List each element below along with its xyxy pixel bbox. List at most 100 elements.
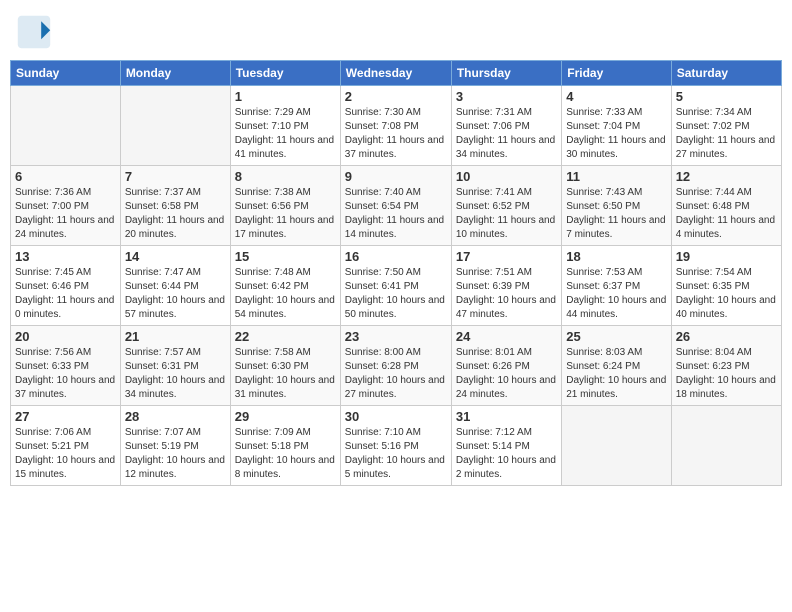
calendar-cell	[120, 86, 230, 166]
calendar-cell: 15 Sunrise: 7:48 AMSunset: 6:42 PMDayligh…	[230, 246, 340, 326]
calendar-cell: 21 Sunrise: 7:57 AMSunset: 6:31 PMDayligh…	[120, 326, 230, 406]
day-number: 12	[676, 169, 777, 184]
day-info: Sunrise: 7:45 AMSunset: 6:46 PMDaylight:…	[15, 266, 116, 322]
calendar-cell: 13 Sunrise: 7:45 AMSunset: 6:46 PMDayligh…	[11, 246, 121, 326]
calendar-week-1: 1Sunrise: 7:29 AMSunset: 7:10 PMDaylight…	[11, 86, 782, 166]
day-info: Sunrise: 7:30 AMSunset: 7:08 PMDaylight:…	[345, 106, 447, 162]
day-header-friday: Friday	[562, 61, 671, 86]
day-number: 5	[676, 89, 777, 104]
day-info: Sunrise: 7:33 AMSunset: 7:04 PMDaylight:…	[566, 106, 666, 162]
calendar-cell: 3Sunrise: 7:31 AMSunset: 7:06 PMDaylight…	[451, 86, 561, 166]
day-info: Sunrise: 7:57 AMSunset: 6:31 PMDaylight:…	[125, 346, 226, 402]
calendar-cell: 10 Sunrise: 7:41 AMSunset: 6:52 PMDayligh…	[451, 166, 561, 246]
day-info: Sunrise: 7:50 AMSunset: 6:41 PMDaylight:…	[345, 266, 447, 322]
day-info: Sunrise: 7:53 AMSunset: 6:37 PMDaylight:…	[566, 266, 666, 322]
day-info: Sunrise: 7:47 AMSunset: 6:44 PMDaylight:…	[125, 266, 226, 322]
calendar-week-4: 20 Sunrise: 7:56 AMSunset: 6:33 PMDayligh…	[11, 326, 782, 406]
day-info: Sunrise: 7:48 AMSunset: 6:42 PMDaylight:…	[235, 266, 336, 322]
day-info: Sunrise: 7:38 AMSunset: 6:56 PMDaylight:…	[235, 186, 336, 242]
day-info: Sunrise: 7:58 AMSunset: 6:30 PMDaylight:…	[235, 346, 336, 402]
day-info: Sunrise: 8:03 AMSunset: 6:24 PMDaylight:…	[566, 346, 666, 402]
logo-icon	[16, 14, 52, 50]
calendar-cell: 19 Sunrise: 7:54 AMSunset: 6:35 PMDayligh…	[671, 246, 781, 326]
day-info: Sunrise: 7:41 AMSunset: 6:52 PMDaylight:…	[456, 186, 557, 242]
day-header-sunday: Sunday	[11, 61, 121, 86]
day-info: Sunrise: 8:00 AMSunset: 6:28 PMDaylight:…	[345, 346, 447, 402]
day-number: 23	[345, 329, 447, 344]
calendar-cell: 17 Sunrise: 7:51 AMSunset: 6:39 PMDayligh…	[451, 246, 561, 326]
day-number: 16	[345, 249, 447, 264]
day-number: 27	[15, 409, 116, 424]
calendar-cell: 31Sunrise: 7:12 AMSunset: 5:14 PMDayligh…	[451, 406, 561, 486]
day-info: Sunrise: 7:51 AMSunset: 6:39 PMDaylight:…	[456, 266, 557, 322]
day-info: Sunrise: 7:10 AMSunset: 5:16 PMDaylight:…	[345, 426, 447, 482]
calendar-cell: 4Sunrise: 7:33 AMSunset: 7:04 PMDaylight…	[562, 86, 671, 166]
day-header-tuesday: Tuesday	[230, 61, 340, 86]
calendar-cell: 30Sunrise: 7:10 AMSunset: 5:16 PMDayligh…	[340, 406, 451, 486]
logo	[16, 14, 56, 50]
calendar-header-row: SundayMondayTuesdayWednesdayThursdayFrid…	[11, 61, 782, 86]
day-info: Sunrise: 7:29 AMSunset: 7:10 PMDaylight:…	[235, 106, 336, 162]
day-number: 6	[15, 169, 116, 184]
calendar-cell: 5 Sunrise: 7:34 AMSunset: 7:02 PMDaylight…	[671, 86, 781, 166]
calendar-cell: 25 Sunrise: 8:03 AMSunset: 6:24 PMDayligh…	[562, 326, 671, 406]
day-info: Sunrise: 7:54 AMSunset: 6:35 PMDaylight:…	[676, 266, 777, 322]
calendar-cell: 6Sunrise: 7:36 AMSunset: 7:00 PMDaylight…	[11, 166, 121, 246]
day-number: 15	[235, 249, 336, 264]
calendar-cell: 7 Sunrise: 7:37 AMSunset: 6:58 PMDaylight…	[120, 166, 230, 246]
calendar-cell: 26 Sunrise: 8:04 AMSunset: 6:23 PMDayligh…	[671, 326, 781, 406]
day-header-saturday: Saturday	[671, 61, 781, 86]
day-number: 25	[566, 329, 666, 344]
day-number: 22	[235, 329, 336, 344]
calendar-cell: 20 Sunrise: 7:56 AMSunset: 6:33 PMDayligh…	[11, 326, 121, 406]
day-number: 8	[235, 169, 336, 184]
day-number: 3	[456, 89, 557, 104]
day-number: 26	[676, 329, 777, 344]
calendar-week-2: 6Sunrise: 7:36 AMSunset: 7:00 PMDaylight…	[11, 166, 782, 246]
day-number: 19	[676, 249, 777, 264]
day-number: 17	[456, 249, 557, 264]
calendar-cell: 22 Sunrise: 7:58 AMSunset: 6:30 PMDayligh…	[230, 326, 340, 406]
calendar-cell	[11, 86, 121, 166]
calendar-cell: 28 Sunrise: 7:07 AMSunset: 5:19 PMDayligh…	[120, 406, 230, 486]
calendar-cell: 8 Sunrise: 7:38 AMSunset: 6:56 PMDaylight…	[230, 166, 340, 246]
day-number: 11	[566, 169, 666, 184]
calendar-cell: 9 Sunrise: 7:40 AMSunset: 6:54 PMDaylight…	[340, 166, 451, 246]
day-number: 28	[125, 409, 226, 424]
day-number: 9	[345, 169, 447, 184]
calendar-cell: 16 Sunrise: 7:50 AMSunset: 6:41 PMDayligh…	[340, 246, 451, 326]
day-info: Sunrise: 7:56 AMSunset: 6:33 PMDaylight:…	[15, 346, 116, 402]
calendar: SundayMondayTuesdayWednesdayThursdayFrid…	[10, 60, 782, 486]
calendar-cell: 14 Sunrise: 7:47 AMSunset: 6:44 PMDayligh…	[120, 246, 230, 326]
calendar-cell: 12 Sunrise: 7:44 AMSunset: 6:48 PMDayligh…	[671, 166, 781, 246]
calendar-cell	[562, 406, 671, 486]
day-info: Sunrise: 7:07 AMSunset: 5:19 PMDaylight:…	[125, 426, 226, 482]
day-info: Sunrise: 7:06 AMSunset: 5:21 PMDaylight:…	[15, 426, 116, 482]
day-info: Sunrise: 7:09 AMSunset: 5:18 PMDaylight:…	[235, 426, 336, 482]
day-number: 20	[15, 329, 116, 344]
day-info: Sunrise: 7:43 AMSunset: 6:50 PMDaylight:…	[566, 186, 666, 242]
calendar-cell	[671, 406, 781, 486]
day-info: Sunrise: 7:40 AMSunset: 6:54 PMDaylight:…	[345, 186, 447, 242]
day-number: 18	[566, 249, 666, 264]
day-info: Sunrise: 7:44 AMSunset: 6:48 PMDaylight:…	[676, 186, 777, 242]
day-number: 21	[125, 329, 226, 344]
day-number: 14	[125, 249, 226, 264]
calendar-cell: 11 Sunrise: 7:43 AMSunset: 6:50 PMDayligh…	[562, 166, 671, 246]
day-header-wednesday: Wednesday	[340, 61, 451, 86]
calendar-week-5: 27 Sunrise: 7:06 AMSunset: 5:21 PMDayligh…	[11, 406, 782, 486]
day-header-thursday: Thursday	[451, 61, 561, 86]
day-number: 24	[456, 329, 557, 344]
calendar-cell: 1Sunrise: 7:29 AMSunset: 7:10 PMDaylight…	[230, 86, 340, 166]
day-info: Sunrise: 7:37 AMSunset: 6:58 PMDaylight:…	[125, 186, 226, 242]
day-info: Sunrise: 8:04 AMSunset: 6:23 PMDaylight:…	[676, 346, 777, 402]
calendar-cell: 18 Sunrise: 7:53 AMSunset: 6:37 PMDayligh…	[562, 246, 671, 326]
day-header-monday: Monday	[120, 61, 230, 86]
calendar-cell: 29Sunrise: 7:09 AMSunset: 5:18 PMDayligh…	[230, 406, 340, 486]
day-number: 7	[125, 169, 226, 184]
day-info: Sunrise: 8:01 AMSunset: 6:26 PMDaylight:…	[456, 346, 557, 402]
day-number: 13	[15, 249, 116, 264]
calendar-cell: 23 Sunrise: 8:00 AMSunset: 6:28 PMDayligh…	[340, 326, 451, 406]
day-number: 10	[456, 169, 557, 184]
day-info: Sunrise: 7:34 AMSunset: 7:02 PMDaylight:…	[676, 106, 777, 162]
